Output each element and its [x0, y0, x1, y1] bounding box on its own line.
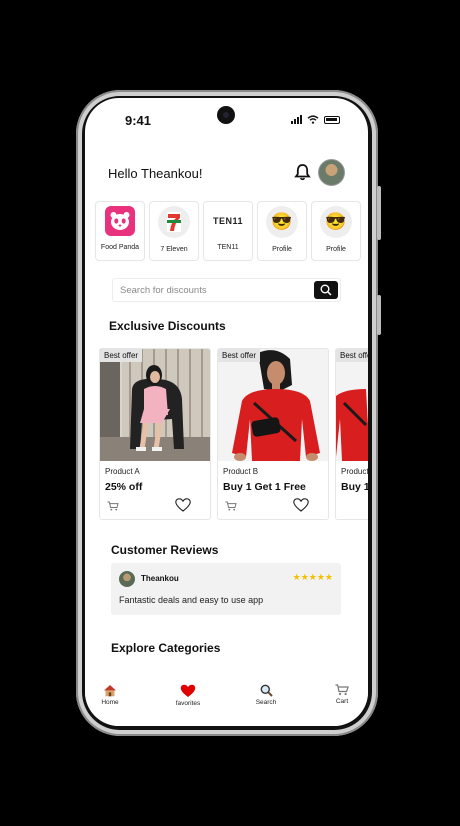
- tab-label: favorites: [175, 700, 201, 707]
- product-image: Best offer: [218, 349, 328, 461]
- seven-eleven-logo-icon: [158, 206, 190, 238]
- product-name: Product C: [341, 467, 368, 476]
- store-item-profile[interactable]: 😎 Profile: [257, 201, 307, 261]
- review-text: Fantastic deals and easy to use app: [119, 595, 264, 605]
- best-offer-badge: Best offer: [100, 349, 143, 362]
- bottom-tab-bar: Home favorites Search Cart: [85, 680, 368, 726]
- store-label: 7 Eleven: [160, 246, 188, 253]
- heart-icon[interactable]: [293, 498, 309, 512]
- status-time: 9:41: [125, 113, 152, 128]
- product-card-a[interactable]: Best offer Product A 25% off: [99, 348, 211, 520]
- tab-cart[interactable]: Cart: [317, 684, 367, 705]
- cart-icon: [335, 684, 349, 696]
- tab-label: Home: [101, 699, 119, 706]
- ten11-logo-icon: TEN11: [213, 206, 243, 236]
- product-card-b[interactable]: Best offer Product B Buy 1 Get 1 Free: [217, 348, 329, 520]
- search-bar: [112, 278, 341, 302]
- best-offer-badge: Best offer: [218, 349, 261, 362]
- tab-label: Cart: [335, 698, 349, 705]
- home-icon: [104, 685, 116, 697]
- store-label: Profile: [326, 246, 346, 253]
- product-image: Best offer: [336, 349, 368, 461]
- product-name: Product A: [105, 467, 140, 476]
- product-offer: Buy 1 Get 1 Free: [223, 481, 306, 493]
- greeting-text: Hello Theankou!: [108, 166, 203, 181]
- status-icons: [291, 115, 340, 124]
- cart-icon[interactable]: [225, 501, 237, 511]
- product-carousel: Best offer Product A 25% off Best offer …: [99, 348, 368, 520]
- sunglasses-emoji-icon: 😎: [320, 206, 352, 238]
- store-item-foodpanda[interactable]: Food Panda: [95, 201, 145, 261]
- store-item-ten11[interactable]: TEN11 TEN11: [203, 201, 253, 261]
- review-card: Theankou ★★★★★ Fantastic deals and easy …: [111, 563, 341, 615]
- product-card-c[interactable]: Best offer Product C Buy 1 Get 1 Free: [335, 348, 368, 520]
- heart-icon: [180, 684, 196, 697]
- heart-icon[interactable]: [175, 498, 191, 512]
- best-offer-badge: Best offer: [336, 349, 368, 362]
- store-item-profile-2[interactable]: 😎 Profile: [311, 201, 361, 261]
- product-name: Product B: [223, 467, 259, 476]
- reviewer-name: Theankou: [141, 574, 179, 583]
- product-offer: Buy 1 Get 1 Free: [341, 481, 368, 493]
- reviewer-avatar: [119, 571, 135, 587]
- tab-home[interactable]: Home: [85, 684, 135, 706]
- front-camera: [217, 106, 235, 124]
- sunglasses-emoji-icon: 😎: [266, 206, 298, 238]
- bell-icon[interactable]: [294, 163, 311, 181]
- cart-icon[interactable]: [107, 501, 119, 511]
- signal-icon: [291, 115, 302, 124]
- store-label: Profile: [272, 246, 292, 253]
- panda-logo-icon: [105, 206, 135, 236]
- user-avatar[interactable]: [318, 159, 345, 186]
- status-bar: 9:41: [85, 98, 368, 142]
- store-label: Food Panda: [100, 244, 140, 251]
- ten11-logo-text: TEN11: [213, 216, 244, 226]
- explore-categories-title: Explore Categories: [111, 641, 221, 655]
- tab-label: Search: [255, 699, 277, 706]
- wifi-icon: [307, 115, 319, 124]
- product-image: Best offer: [100, 349, 210, 461]
- store-item-7eleven[interactable]: 7 Eleven: [149, 201, 199, 261]
- woman-red-sweater-illustration: [336, 389, 368, 461]
- woman-red-sweater-illustration: [232, 350, 320, 461]
- product-offer: 25% off: [105, 481, 143, 493]
- woman-in-chair-illustration: [100, 349, 210, 461]
- power-button: [377, 295, 381, 335]
- search-button[interactable]: [314, 281, 338, 299]
- exclusive-discounts-title: Exclusive Discounts: [109, 319, 226, 333]
- store-carousel: Food Panda 7 Eleven TEN11 TEN11 😎 Profil…: [95, 201, 361, 261]
- tab-favorites[interactable]: favorites: [163, 684, 213, 707]
- tab-search[interactable]: Search: [241, 684, 291, 706]
- volume-button: [377, 186, 381, 240]
- app-screen: 9:41 Hello Theankou! Food Panda 7 Eleven…: [85, 98, 368, 726]
- search-input[interactable]: [113, 279, 303, 301]
- search-icon: [260, 684, 273, 697]
- customer-reviews-title: Customer Reviews: [111, 543, 219, 557]
- battery-icon: [324, 115, 340, 124]
- store-label: TEN11: [217, 244, 239, 251]
- rating-stars: ★★★★★: [292, 572, 333, 582]
- search-icon: [320, 284, 332, 296]
